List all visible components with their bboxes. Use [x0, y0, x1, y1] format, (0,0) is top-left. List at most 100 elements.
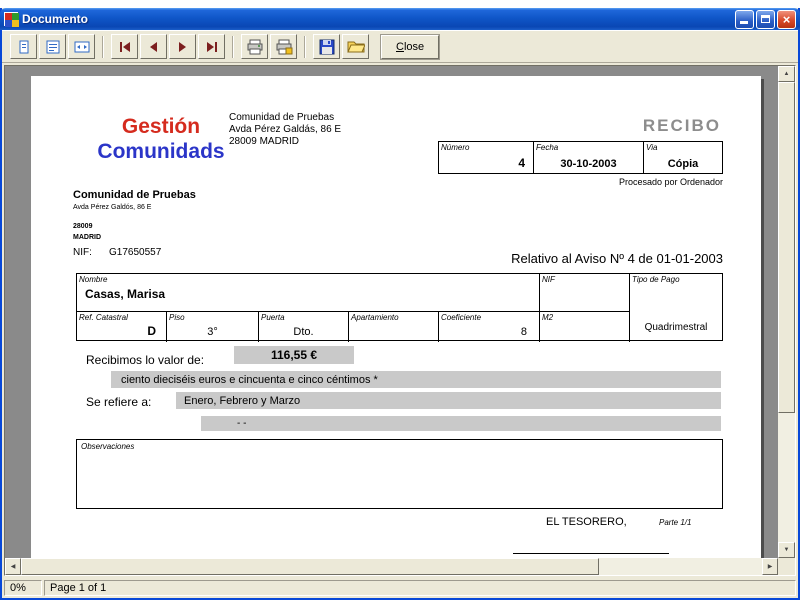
document-preview-window: Documento × Close Gestión Comunidads Com… — [0, 8, 800, 600]
first-page-button[interactable] — [111, 34, 138, 59]
preview-area: Gestión Comunidads Comunidad de Pruebas … — [4, 65, 796, 576]
printer-setup-icon — [276, 39, 292, 54]
print-setup-button[interactable] — [270, 34, 297, 59]
parte-label: Parte 1/1 — [659, 518, 692, 527]
via-label: Via — [646, 143, 658, 152]
save-button[interactable] — [313, 34, 340, 59]
tipo-pago-label: Tipo de Pago — [632, 275, 680, 284]
nombre-label: Nombre — [79, 275, 108, 284]
header-address-line: 28009 MADRID — [229, 136, 300, 147]
toolbar-separator — [102, 35, 104, 58]
via-cell: Via Cópia — [644, 142, 722, 173]
receipt-meta-table: Número 4 Fecha 30-10-2003 Via Cópia — [438, 141, 723, 174]
scroll-right-button[interactable]: ▶ — [762, 558, 778, 575]
maximize-button[interactable] — [756, 9, 775, 29]
view-full-page-button[interactable] — [39, 34, 66, 59]
open-button[interactable] — [342, 34, 369, 59]
close-preview-button[interactable]: Close — [381, 34, 440, 59]
scroll-left-button[interactable]: ◀ — [5, 558, 21, 575]
vertical-scrollbar[interactable]: ▲ ▼ — [778, 66, 795, 558]
app-icon[interactable] — [4, 12, 19, 27]
processed-note: Procesado por Ordenador — [618, 177, 723, 187]
header-address: Comunidad de Pruebas Avda Pérez Galdás, … — [229, 112, 409, 148]
close-window-button[interactable]: × — [777, 9, 796, 29]
refers-label: Se refiere a: — [86, 395, 152, 409]
nombre-value: Casas, Marisa — [85, 287, 166, 301]
puerta-value: Dto. — [293, 326, 314, 338]
view-page-width-button[interactable] — [68, 34, 95, 59]
floppy-disk-icon — [319, 39, 334, 54]
previous-page-icon — [150, 41, 157, 52]
minimize-button[interactable] — [735, 9, 754, 29]
scroll-up-button[interactable]: ▲ — [778, 66, 795, 82]
minimize-icon — [740, 20, 748, 24]
logo-line1: Gestión — [121, 115, 201, 138]
fecha-cell: Fecha 30-10-2003 — [534, 142, 644, 173]
observaciones-label: Observaciones — [81, 442, 135, 451]
horizontal-scroll-thumb[interactable] — [21, 558, 599, 575]
next-page-icon — [179, 41, 186, 52]
ref-catastral-label: Ref. Catastral — [79, 313, 128, 322]
last-page-icon — [206, 41, 217, 52]
scroll-down-button[interactable]: ▼ — [778, 542, 795, 558]
last-page-button[interactable] — [198, 34, 225, 59]
ref-catastral-cell: Ref. Catastral D — [77, 312, 167, 342]
page-width-icon — [74, 41, 89, 52]
tesorero-label: EL TESORERO, — [546, 516, 627, 528]
recibo-title: RECIBO — [642, 116, 721, 135]
amount-value: 116,55 € — [234, 346, 354, 364]
full-page-icon — [46, 40, 59, 53]
titlebar[interactable]: Documento × — [0, 8, 800, 30]
single-page-icon — [19, 40, 28, 53]
amount-in-words: ciento dieciséis euros e cincuenta e cin… — [111, 371, 721, 388]
coeficiente-cell: Coeficiente 8 — [439, 312, 540, 342]
vertical-scroll-thumb[interactable] — [778, 82, 795, 414]
via-value: Cópia — [667, 158, 699, 170]
header-address-line: Avda Pérez Galdás, 86 E — [229, 124, 342, 135]
piso-value: 3° — [207, 326, 218, 338]
apartamiento-cell: Apartamiento — [349, 312, 439, 342]
m2-label: M2 — [542, 313, 554, 322]
next-page-button[interactable] — [169, 34, 196, 59]
statusbar-page-info: Page 1 of 1 — [44, 580, 796, 596]
nif-column-cell: NIF — [540, 274, 630, 312]
horizontal-scrollbar[interactable]: ◀ ▶ — [5, 558, 778, 575]
numero-value: 4 — [518, 156, 525, 170]
statusbar-zoom: 0% — [4, 580, 42, 596]
table-nif-label: NIF — [542, 275, 555, 284]
print-button[interactable] — [241, 34, 268, 59]
previous-page-button[interactable] — [140, 34, 167, 59]
community-name: Comunidad de Pruebas — [73, 189, 196, 201]
toolbar-separator — [304, 35, 306, 58]
apartamiento-label: Apartamiento — [351, 313, 399, 322]
ref-catastral-value: D — [147, 324, 156, 338]
logo-line2: Comunidads — [97, 140, 225, 163]
coeficiente-value: 8 — [520, 326, 527, 338]
coeficiente-label: Coeficiente — [441, 313, 482, 322]
vertical-scroll-track[interactable] — [778, 82, 795, 542]
scrollbar-corner — [778, 558, 795, 575]
open-folder-icon — [346, 41, 365, 53]
community-address: Avda Pérez Galdós, 86 E — [73, 204, 152, 211]
amount-label: Recibimos lo valor de: — [86, 353, 205, 367]
window-controls: × — [735, 9, 796, 29]
view-single-page-button[interactable] — [10, 34, 37, 59]
piso-cell: Piso 3° — [167, 312, 259, 342]
printer-icon — [247, 39, 262, 54]
toolbar: Close — [2, 30, 798, 63]
piso-label: Piso — [169, 313, 185, 322]
close-preview-label: Close — [396, 40, 425, 53]
tipo-pago-cell: Tipo de Pago Quadrimestral — [630, 274, 722, 342]
fecha-label: Fecha — [536, 143, 559, 152]
toolbar-separator — [232, 35, 234, 58]
horizontal-scroll-track[interactable] — [21, 558, 762, 575]
recipient-table: Nombre Casas, Marisa NIF Tipo de Pago Qu… — [76, 273, 723, 342]
refers-extra: - - — [201, 416, 721, 431]
maximize-icon — [761, 15, 770, 23]
numero-cell: Número 4 — [439, 142, 534, 173]
nif-value: G17650557 — [109, 247, 162, 258]
nombre-cell: Nombre Casas, Marisa — [77, 274, 540, 312]
aviso-line: Relativo al Aviso Nº 4 de 01-01-2003 — [511, 251, 723, 266]
window-title: Documento — [22, 12, 88, 26]
fecha-value: 30-10-2003 — [560, 158, 617, 170]
